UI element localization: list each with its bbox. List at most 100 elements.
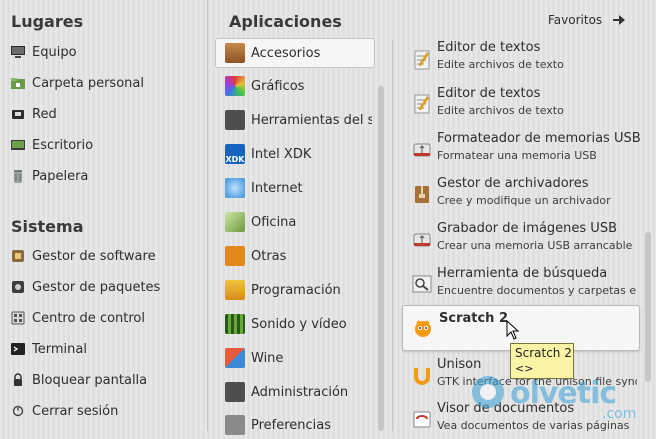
app-description: Formatear una memoria USB	[437, 149, 597, 162]
programming-icon	[225, 280, 245, 300]
app-title: Herramienta de búsqueda	[437, 266, 608, 281]
applications-heading: Aplicaciones	[229, 12, 342, 31]
intel-xdk-icon: XDK	[225, 144, 245, 164]
administration-icon	[225, 382, 245, 402]
trash-icon	[10, 168, 26, 184]
app-item[interactable]: Gestor de archivadores Cree y modifique …	[404, 174, 636, 214]
mouse-cursor-icon	[506, 319, 520, 344]
category-sound-video[interactable]: Sonido y vídeo	[216, 310, 372, 338]
category-wine[interactable]: Wine	[216, 344, 372, 372]
category-label: Herramientas del s...	[251, 112, 372, 128]
place-item-home[interactable]: Carpeta personal	[10, 71, 144, 95]
wine-icon	[225, 348, 245, 368]
system-label: Cerrar sesión	[32, 403, 119, 419]
system-item-terminal[interactable]: Terminal	[10, 337, 87, 361]
app-title: Gestor de archivadores	[437, 176, 589, 191]
category-label: Accesorios	[251, 45, 321, 61]
place-item-computer[interactable]: Equipo	[10, 40, 77, 64]
control-center-icon	[10, 310, 26, 326]
text-editor-icon	[412, 50, 432, 70]
system-item-logout[interactable]: Cerrar sesión	[10, 399, 118, 423]
system-label: Bloquear pantalla	[32, 372, 148, 388]
office-icon	[225, 212, 245, 232]
app-description: Edite archivos de texto	[437, 58, 564, 71]
category-label: Sonido y vídeo	[251, 316, 347, 332]
system-item-lock-screen[interactable]: Bloquear pantalla	[10, 368, 147, 392]
category-internet[interactable]: Internet	[216, 174, 372, 202]
tooltip-title: Scratch 2	[515, 346, 572, 360]
app-title: Grabador de imágenes USB	[437, 221, 617, 236]
place-item-network[interactable]: Red	[10, 102, 57, 126]
preferences-icon	[225, 415, 245, 435]
place-label: Papelera	[32, 168, 89, 184]
category-label: Preferencias	[251, 417, 332, 433]
app-item[interactable]: Herramienta de búsqueda Encuentre docume…	[404, 264, 637, 304]
categories-scrollbar[interactable]	[378, 86, 384, 431]
scratch-icon	[412, 317, 432, 337]
category-programming[interactable]: Programación	[216, 276, 372, 304]
accessories-icon	[225, 43, 245, 63]
network-icon	[10, 106, 26, 122]
app-item[interactable]: Grabador de imágenes USB Crear una memor…	[404, 219, 636, 259]
category-label: Otras	[251, 248, 287, 264]
usb-formatter-icon	[412, 139, 432, 159]
category-label: Oficina	[251, 214, 297, 230]
other-icon	[225, 246, 245, 266]
app-description: Edite archivos de texto	[437, 104, 564, 117]
place-label: Escritorio	[32, 137, 94, 153]
package-manager-icon	[10, 279, 26, 295]
category-label: Administración	[251, 384, 349, 400]
apps-scrollbar[interactable]	[645, 232, 651, 382]
computer-icon	[10, 44, 26, 60]
place-label: Equipo	[32, 44, 77, 60]
system-item-package-manager[interactable]: Gestor de paquetes	[10, 275, 160, 299]
category-other[interactable]: Otras	[216, 242, 372, 270]
logout-icon	[10, 403, 26, 419]
favorites-button[interactable]: Favoritos	[548, 13, 626, 27]
category-graphics[interactable]: Gráficos	[216, 72, 372, 100]
terminal-icon	[10, 341, 26, 357]
category-label: Intel XDK	[251, 146, 312, 162]
app-item[interactable]: Editor de textos Edite archivos de texto	[404, 40, 636, 80]
search-tool-icon	[412, 274, 432, 294]
system-label: Centro de control	[32, 310, 146, 326]
favorites-label: Favoritos	[548, 13, 603, 27]
lock-icon	[10, 372, 26, 388]
middle-divider	[392, 40, 393, 431]
archive-manager-icon	[412, 184, 432, 204]
watermark-suffix: .com	[602, 406, 637, 422]
app-title: Formateador de memorias USB	[437, 131, 641, 146]
app-description: Cree y modifique un archivador	[437, 194, 611, 207]
system-label: Terminal	[32, 341, 87, 357]
place-item-desktop[interactable]: Escritorio	[10, 133, 93, 157]
document-viewer-icon	[412, 409, 432, 429]
system-heading: Sistema	[11, 217, 84, 236]
category-administration[interactable]: Administración	[216, 378, 372, 406]
system-item-software-manager[interactable]: Gestor de software	[10, 244, 156, 268]
sound-video-icon	[225, 314, 245, 334]
system-item-control-center[interactable]: Centro de control	[10, 306, 145, 330]
home-folder-icon	[10, 75, 26, 91]
category-system-tools[interactable]: Herramientas del s...	[216, 106, 372, 134]
text-editor-icon	[412, 94, 432, 114]
app-title: Scratch 2	[439, 311, 508, 326]
category-preferences[interactable]: Preferencias	[216, 411, 372, 439]
software-manager-icon	[10, 248, 26, 264]
app-description: Crear una memoria USB arrancable	[437, 239, 633, 252]
left-divider	[207, 0, 208, 431]
system-label: Gestor de software	[32, 248, 156, 264]
category-office[interactable]: Oficina	[216, 208, 372, 236]
usb-image-writer-icon	[412, 229, 432, 249]
place-label: Red	[32, 106, 57, 122]
category-intel-xdk[interactable]: XDK Intel XDK	[216, 140, 372, 168]
category-label: Wine	[251, 350, 284, 366]
app-item[interactable]: Editor de textos Edite archivos de texto	[404, 84, 636, 124]
place-item-trash[interactable]: Papelera	[10, 164, 88, 188]
arrow-right-icon	[612, 14, 626, 26]
category-accessories[interactable]: Accesorios	[215, 38, 375, 68]
unison-icon	[412, 365, 432, 385]
internet-icon	[225, 178, 245, 198]
app-title: Editor de textos	[437, 40, 541, 55]
places-heading: Lugares	[11, 12, 84, 31]
app-item[interactable]: Formateador de memorias USB Formatear un…	[404, 129, 641, 169]
